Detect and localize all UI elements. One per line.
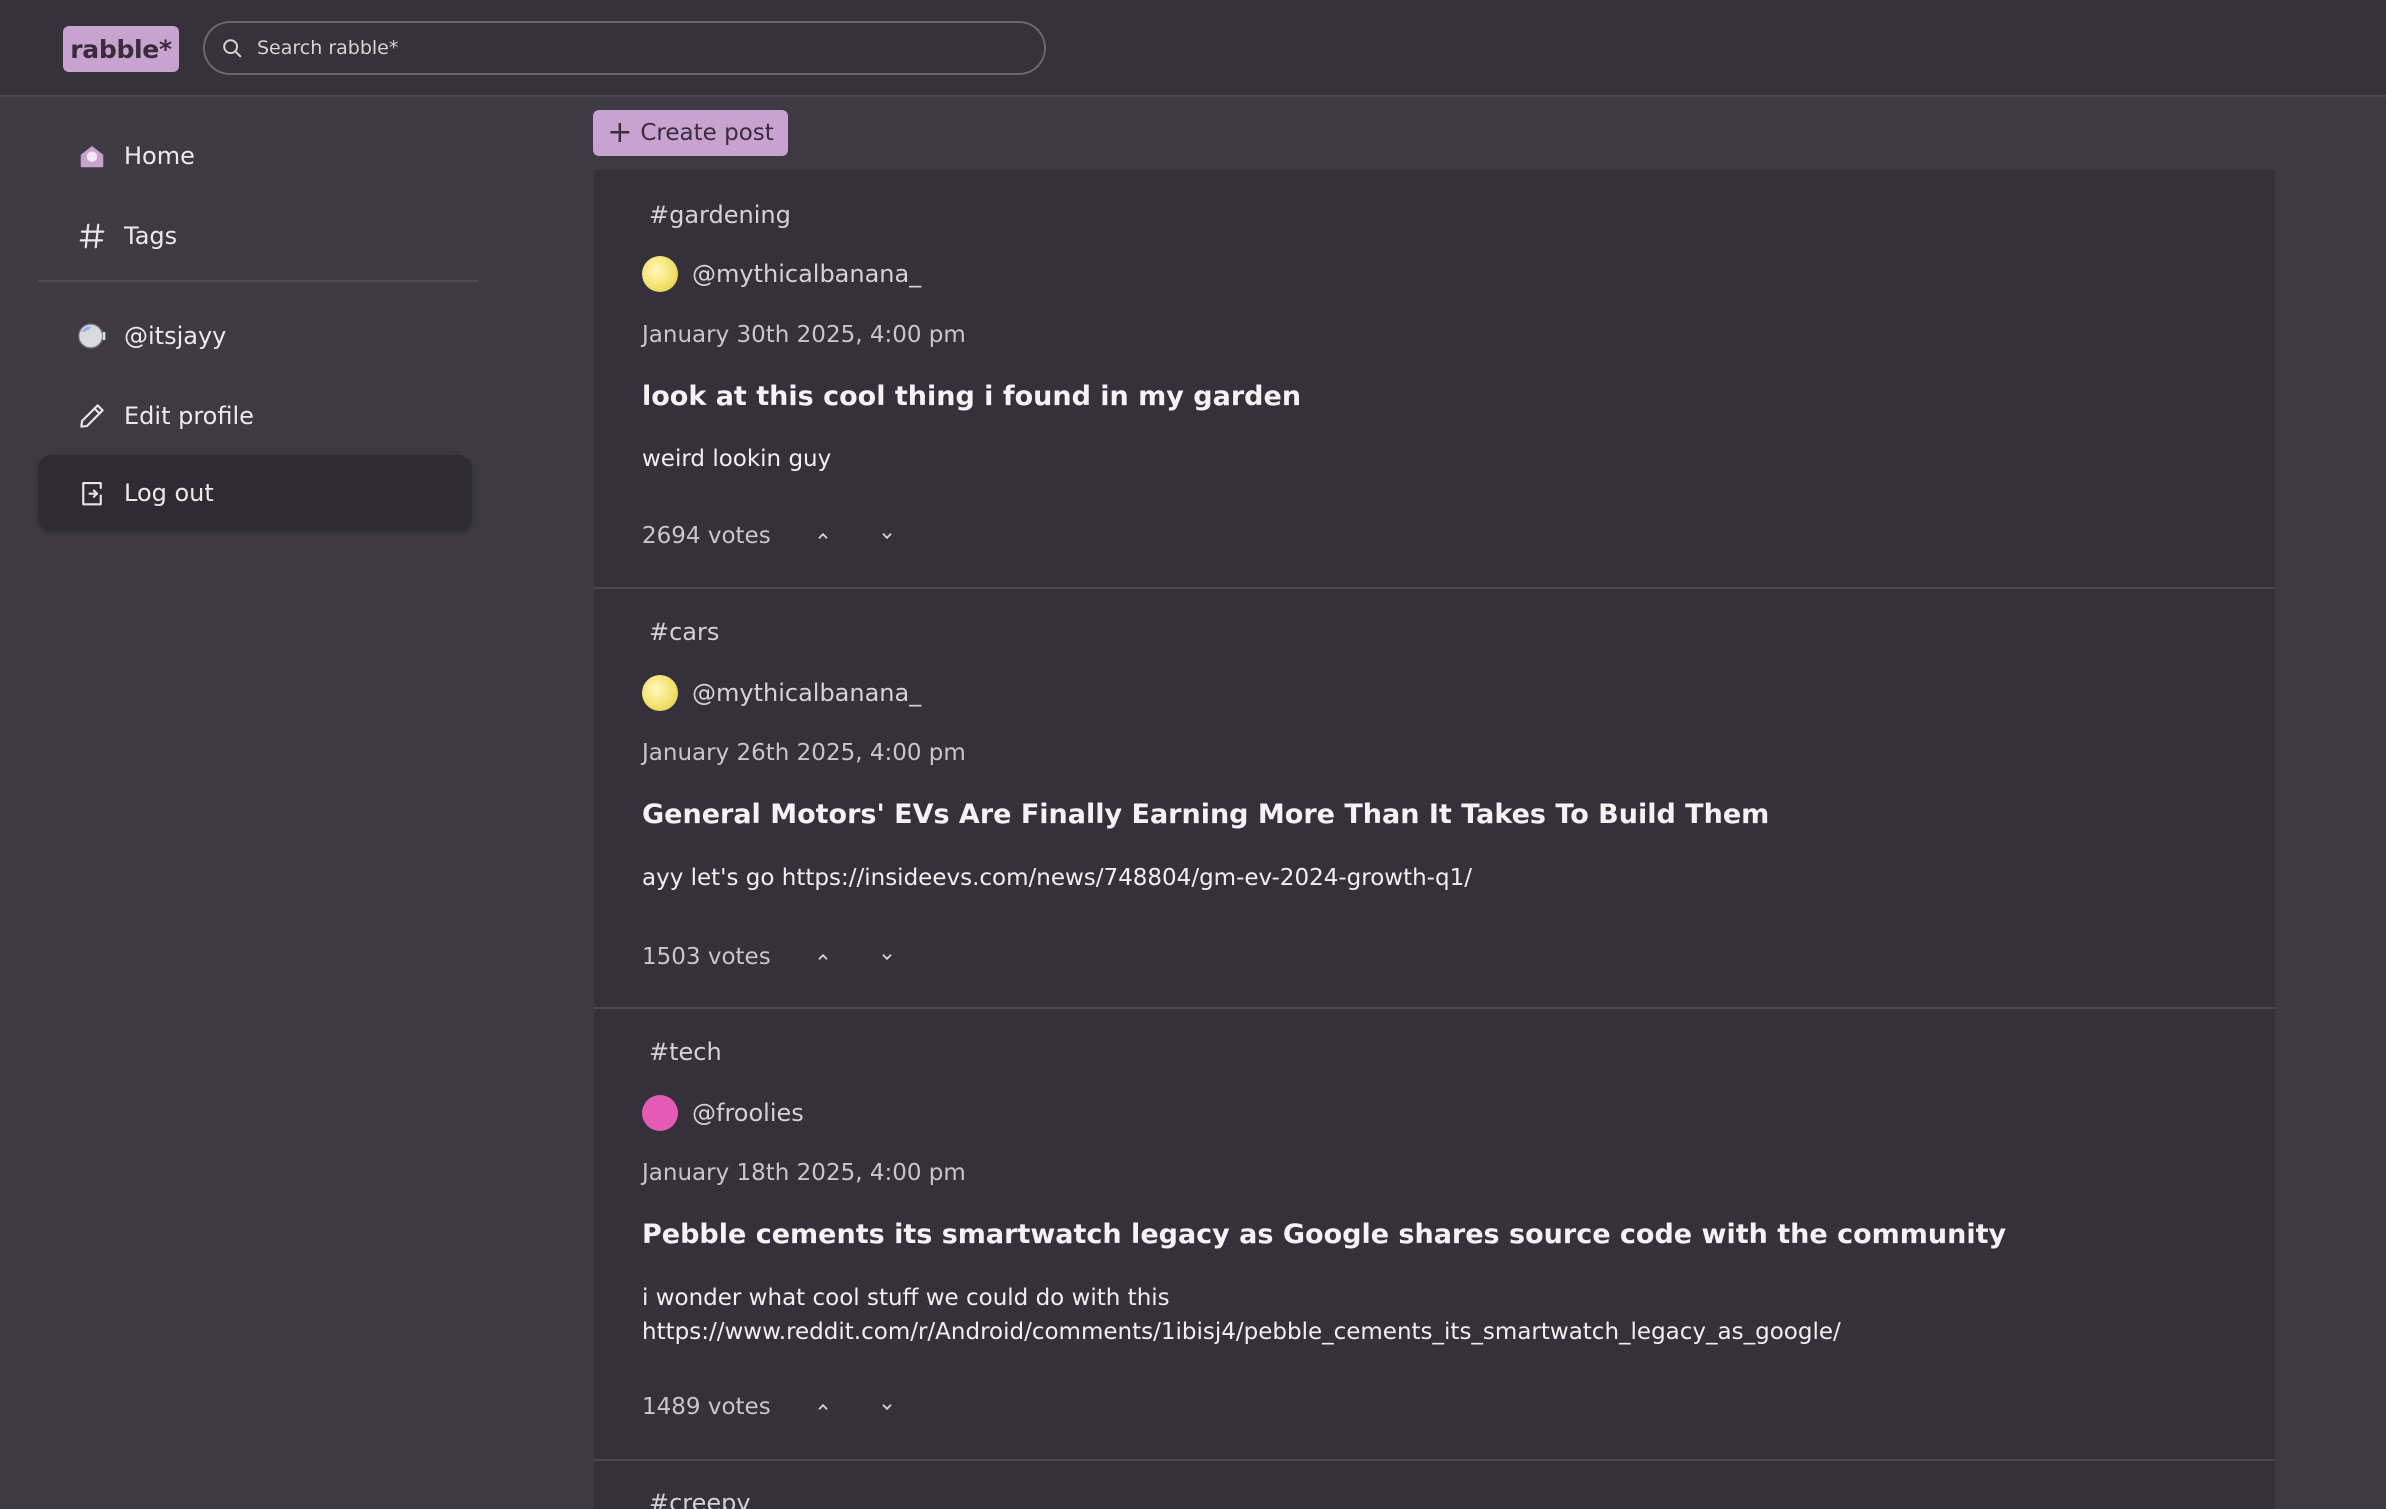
plus-icon: +: [607, 115, 633, 150]
vote-count: 1503 votes: [642, 944, 771, 970]
chevron-up-icon: [818, 953, 828, 960]
author-avatar: [642, 1095, 678, 1131]
post-author[interactable]: @mythicalbanana_: [642, 675, 921, 711]
downvote-button[interactable]: [875, 1395, 899, 1419]
post-card[interactable]: #cars @mythicalbanana_ January 26th 2025…: [594, 589, 2275, 1009]
create-post-label: Create post: [640, 120, 774, 146]
post-title[interactable]: Pebble cements its smartwatch legacy as …: [642, 1219, 2006, 1250]
search-bar[interactable]: [203, 21, 1046, 75]
post-tag[interactable]: #gardening: [649, 201, 791, 229]
upvote-button[interactable]: [811, 945, 835, 969]
author-name: @froolies: [692, 1099, 804, 1127]
post-body-line: https://www.reddit.com/r/Android/comment…: [642, 1319, 1841, 1345]
vote-bar: 1503 votes: [642, 944, 899, 970]
post-card[interactable]: #gardening @mythicalbanana_ January 30th…: [594, 170, 2275, 589]
sidebar-item-home[interactable]: Home: [38, 118, 472, 194]
post-card[interactable]: #tech @froolies January 18th 2025, 4:00 …: [594, 1009, 2275, 1461]
logout-icon: [76, 477, 108, 509]
avatar: [76, 320, 108, 352]
create-post-button[interactable]: + Create post: [593, 110, 788, 156]
hash-icon: [76, 220, 108, 252]
post-tag[interactable]: #creepy: [649, 1489, 751, 1509]
search-icon: [223, 39, 242, 58]
author-name: @mythicalbanana_: [692, 679, 922, 707]
author-name: @mythicalbanana_: [692, 260, 922, 288]
post-body-line: ayy let's go https://insideevs.com/news/…: [642, 865, 1472, 891]
chevron-down-icon: [882, 533, 892, 540]
sidebar-item-label: Home: [124, 142, 195, 170]
post-date: January 18th 2025, 4:00 pm: [642, 1160, 966, 1186]
search-input[interactable]: [255, 36, 1019, 60]
sidebar-item-label: Tags: [124, 222, 178, 250]
post-tag[interactable]: #tech: [649, 1038, 722, 1066]
sidebar-item-logout[interactable]: Log out: [38, 455, 472, 531]
sidebar-item-profile[interactable]: @itsjayy: [38, 298, 472, 374]
vote-count: 1489 votes: [642, 1394, 771, 1420]
post-title[interactable]: look at this cool thing i found in my ga…: [642, 381, 1301, 412]
sidebar-divider: [38, 280, 478, 282]
post-card[interactable]: #creepy: [594, 1461, 2275, 1509]
chevron-down-icon: [882, 1404, 892, 1411]
sidebar-item-label: @itsjayy: [124, 322, 227, 350]
upvote-button[interactable]: [811, 1395, 835, 1419]
home-icon: [76, 140, 108, 172]
post-body: ayy let's go https://insideevs.com/news/…: [642, 861, 2242, 895]
post-date: January 30th 2025, 4:00 pm: [642, 322, 966, 348]
vote-count: 2694 votes: [642, 523, 771, 549]
top-bar: rabble*: [0, 0, 2386, 97]
vote-bar: 1489 votes: [642, 1394, 899, 1420]
sidebar-item-tags[interactable]: Tags: [38, 198, 472, 274]
chevron-up-icon: [818, 532, 828, 539]
upvote-button[interactable]: [811, 524, 835, 548]
post-author[interactable]: @froolies: [642, 1095, 804, 1131]
post-body: weird lookin guy: [642, 442, 2242, 476]
app-logo[interactable]: rabble*: [63, 26, 179, 72]
post-body: i wonder what cool stuff we could do wit…: [642, 1281, 2242, 1349]
vote-bar: 2694 votes: [642, 523, 899, 549]
author-avatar: [642, 256, 678, 292]
pencil-icon: [76, 400, 108, 432]
downvote-button[interactable]: [875, 524, 899, 548]
chevron-up-icon: [818, 1403, 828, 1410]
post-tag[interactable]: #cars: [649, 618, 719, 646]
sidebar-item-label: Edit profile: [124, 402, 254, 430]
post-body-line: weird lookin guy: [642, 446, 832, 472]
post-title[interactable]: General Motors' EVs Are Finally Earning …: [642, 799, 1769, 830]
post-author[interactable]: @mythicalbanana_: [642, 256, 921, 292]
post-feed[interactable]: #gardening @mythicalbanana_ January 30th…: [594, 170, 2275, 1509]
post-date: January 26th 2025, 4:00 pm: [642, 740, 966, 766]
downvote-button[interactable]: [875, 945, 899, 969]
chevron-down-icon: [882, 954, 892, 961]
author-avatar: [642, 675, 678, 711]
sidebar-item-edit-profile[interactable]: Edit profile: [38, 378, 472, 454]
sidebar-item-label: Log out: [124, 479, 214, 507]
post-body-line: i wonder what cool stuff we could do wit…: [642, 1285, 1170, 1311]
